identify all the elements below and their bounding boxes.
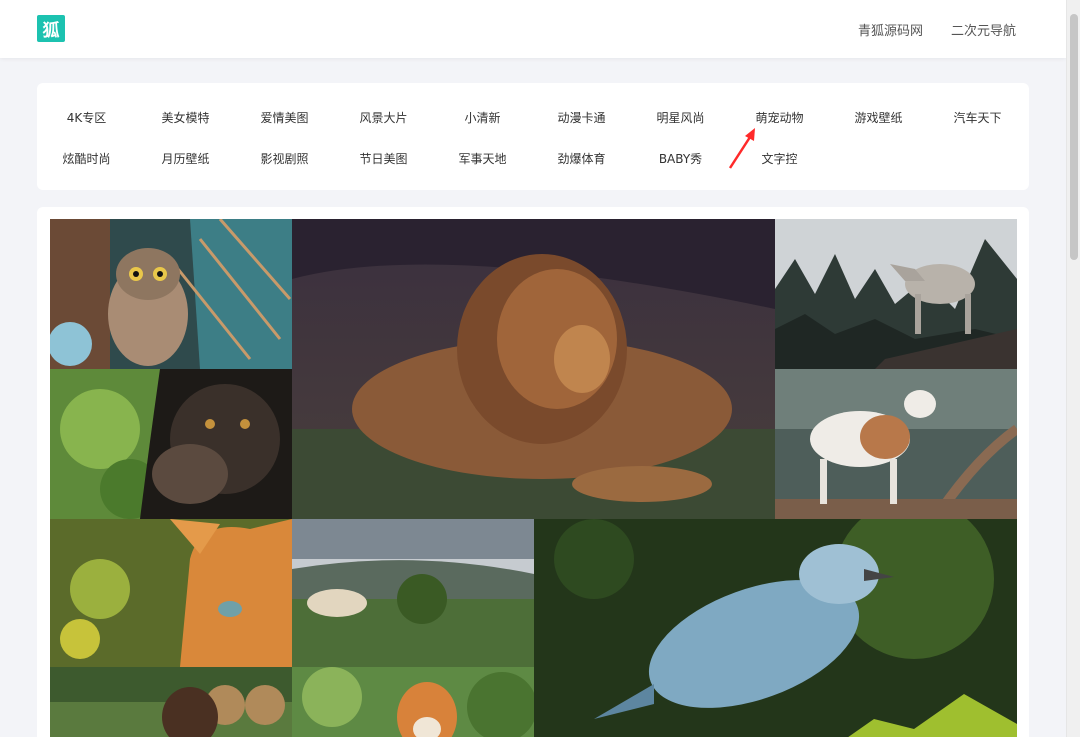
category-fresh[interactable]: 小清新 <box>433 109 532 126</box>
category-sports[interactable]: 劲爆体育 <box>532 150 631 167</box>
category-calendar[interactable]: 月历壁纸 <box>136 150 235 167</box>
category-fashion[interactable]: 炫酷时尚 <box>37 150 136 167</box>
category-stars[interactable]: 明星风尚 <box>631 109 730 126</box>
category-film[interactable]: 影视剧照 <box>235 150 334 167</box>
category-love[interactable]: 爱情美图 <box>235 109 334 126</box>
category-baby[interactable]: BABY秀 <box>631 150 730 167</box>
scrollbar-thumb[interactable] <box>1070 14 1078 260</box>
photo-goat[interactable] <box>775 369 1017 519</box>
nav-link-qinghu[interactable]: 青狐源码网 <box>858 20 923 39</box>
category-cars[interactable]: 汽车天下 <box>928 109 1027 126</box>
photo-wolf[interactable] <box>775 219 1017 369</box>
red-arrow-icon <box>728 128 755 169</box>
category-panel: 4K专区 美女模特 爱情美图 风景大片 小清新 动漫卡通 明星风尚 萌宠动物 游… <box>37 83 1029 190</box>
page-scrollbar[interactable] <box>1066 0 1080 737</box>
photo-tiger[interactable] <box>292 667 534 737</box>
site-logo[interactable]: 狐 <box>37 15 65 42</box>
photo-cat[interactable] <box>50 519 292 667</box>
category-games[interactable]: 游戏壁纸 <box>829 109 928 126</box>
photo-bird[interactable] <box>534 519 1017 737</box>
top-nav: 青狐源码网 二次元导航 <box>858 20 1016 39</box>
category-scenery[interactable]: 风景大片 <box>334 109 433 126</box>
photo-owl[interactable] <box>50 219 292 369</box>
nav-link-erciyuan[interactable]: 二次元导航 <box>951 20 1016 39</box>
category-festival[interactable]: 节日美图 <box>334 150 433 167</box>
photo-lion[interactable] <box>292 219 775 519</box>
photo-sheep[interactable] <box>292 519 534 667</box>
top-header: 狐 青狐源码网 二次元导航 <box>0 0 1066 58</box>
photo-chimpanzee[interactable] <box>50 369 292 519</box>
category-4k[interactable]: 4K专区 <box>37 109 136 126</box>
category-anime[interactable]: 动漫卡通 <box>532 109 631 126</box>
category-military[interactable]: 军事天地 <box>433 150 532 167</box>
photo-gallery <box>37 207 1029 737</box>
logo-glyph: 狐 <box>42 21 60 41</box>
photo-dog[interactable] <box>50 667 292 737</box>
category-beauty[interactable]: 美女模特 <box>136 109 235 126</box>
